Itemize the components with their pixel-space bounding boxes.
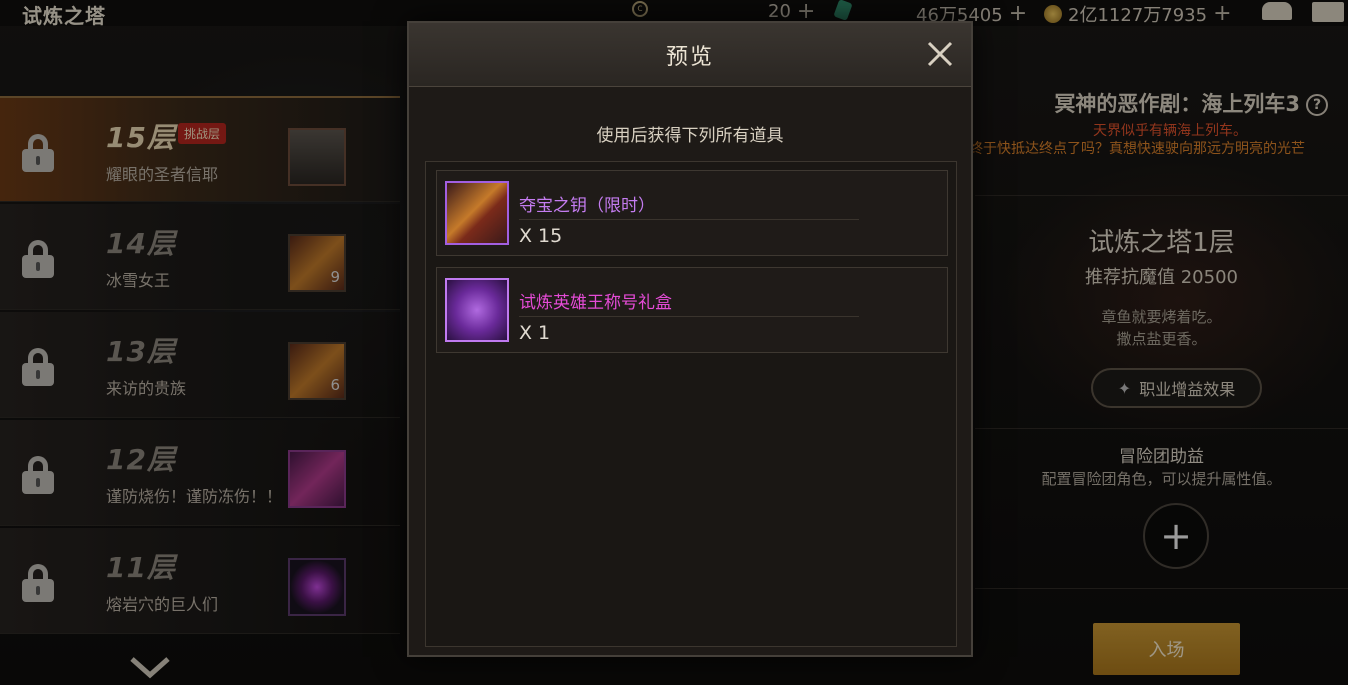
- reward-quantity: X 15: [519, 225, 563, 247]
- modal-subtitle: 使用后获得下列所有道具: [596, 126, 784, 146]
- list-item[interactable]: 夺宝之钥（限时） X 15: [436, 170, 948, 256]
- divider: [519, 316, 859, 317]
- reward-quantity: X 1: [519, 322, 551, 344]
- reward-name: 夺宝之钥（限时）: [519, 196, 655, 216]
- title-giftbox-icon: [445, 278, 509, 342]
- divider: [519, 219, 859, 220]
- list-item[interactable]: 试炼英雄王称号礼盒 X 1: [436, 267, 948, 353]
- preview-modal: 预览 使用后获得下列所有道具 夺宝之钥（限时） X 15 试炼英雄王称号礼盒 X…: [407, 21, 973, 657]
- reward-name: 试炼英雄王称号礼盒: [519, 293, 672, 313]
- modal-title: 预览: [665, 45, 714, 70]
- modal-header: 预览: [409, 23, 971, 87]
- close-icon[interactable]: [925, 39, 955, 69]
- treasure-key-icon: [445, 181, 509, 245]
- reward-list: 夺宝之钥（限时） X 15 试炼英雄王称号礼盒 X 1: [425, 161, 957, 647]
